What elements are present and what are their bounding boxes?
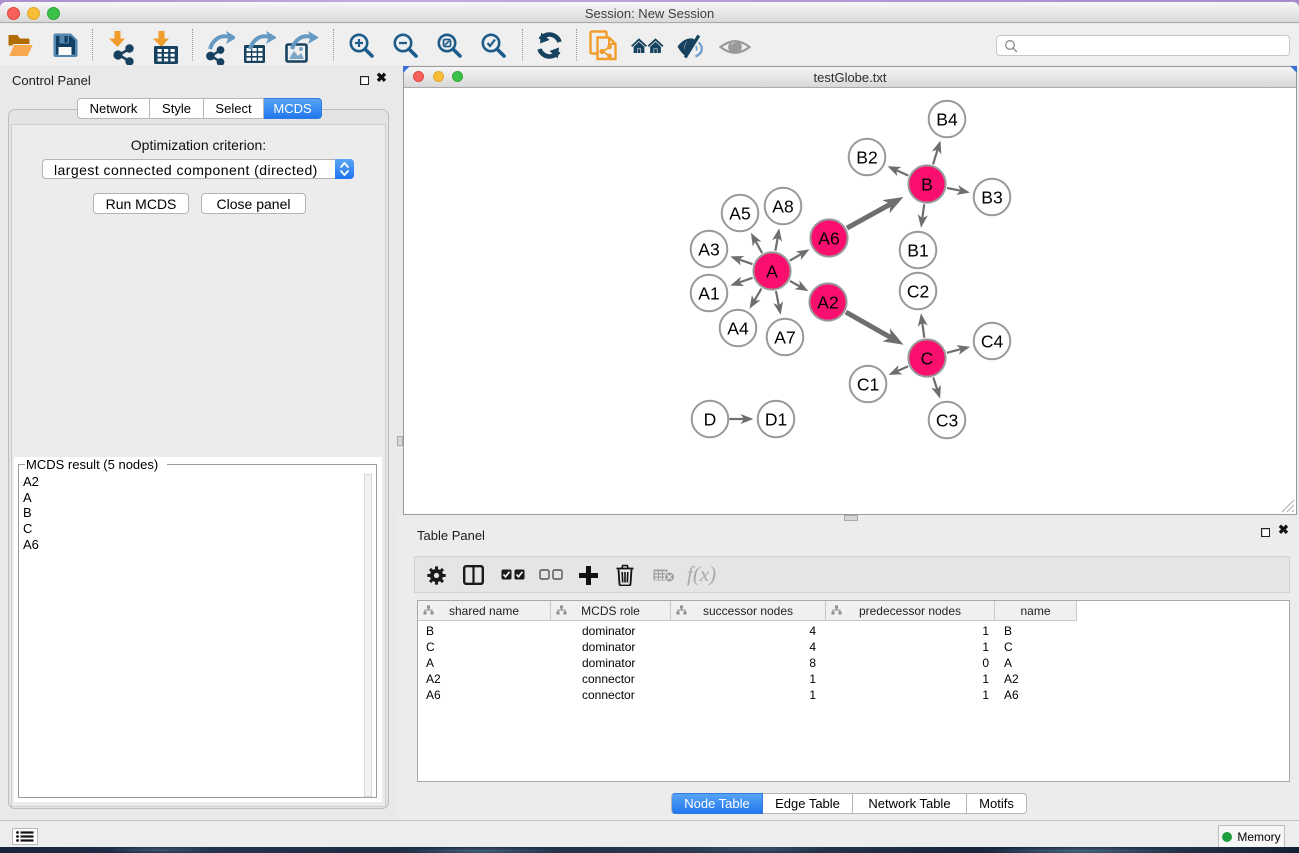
svg-text:D: D — [704, 410, 717, 430]
svg-text:C3: C3 — [936, 411, 958, 431]
svg-text:C2: C2 — [907, 282, 929, 302]
svg-text:B1: B1 — [907, 241, 928, 261]
svg-text:B4: B4 — [936, 110, 958, 130]
svg-text:B2: B2 — [856, 148, 877, 168]
svg-text:A8: A8 — [772, 197, 793, 217]
svg-text:B: B — [921, 175, 933, 195]
svg-text:A4: A4 — [727, 319, 749, 339]
svg-text:A1: A1 — [698, 284, 719, 304]
svg-text:A: A — [766, 262, 778, 282]
svg-text:C: C — [921, 349, 934, 369]
svg-text:A5: A5 — [729, 204, 750, 224]
svg-text:C4: C4 — [981, 332, 1004, 352]
svg-text:A7: A7 — [774, 328, 795, 348]
svg-text:A2: A2 — [817, 293, 838, 313]
svg-text:B3: B3 — [981, 188, 1002, 208]
svg-text:C1: C1 — [857, 375, 879, 395]
svg-text:D1: D1 — [765, 410, 787, 430]
svg-text:A6: A6 — [818, 229, 839, 249]
svg-text:A3: A3 — [698, 240, 719, 260]
